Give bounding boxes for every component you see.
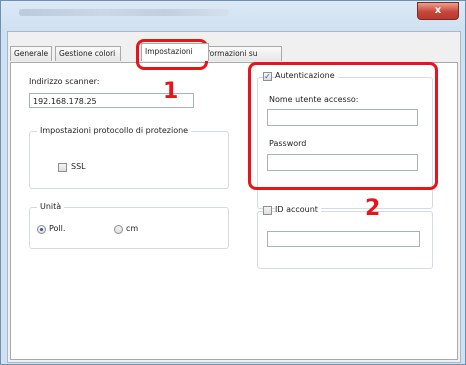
tab-gestione-colori[interactable]: Gestione colori [55,46,121,61]
unit-inch-radio[interactable] [37,225,46,234]
callout-box-2 [248,62,438,190]
id-account-input[interactable] [267,231,420,247]
id-account-label: ID account [275,205,321,214]
window-title-blurred [19,9,229,16]
unit-inch-label: Poll. [49,224,66,233]
ssl-checkbox[interactable] [58,163,67,172]
tab-label: Generale [14,49,49,58]
title-bar[interactable]: x [1,1,465,27]
tab-label: Gestione colori [59,49,116,58]
protocol-group: Impostazioni protocollo di protezione [29,126,229,189]
tab-impostazioni[interactable]: Impostazioni [141,43,209,61]
units-group-title: Unità [37,202,65,211]
protocol-group-title: Impostazioni protocollo di protezione [37,126,192,135]
close-icon: x [434,5,442,16]
tab-generale[interactable]: Generale [10,46,53,61]
id-account-checkbox[interactable] [263,206,272,215]
tab-label: Impostazioni [145,47,193,56]
unit-cm-label: cm [126,224,139,233]
close-button[interactable]: x [417,2,459,20]
callout-number-1: 1 [163,79,179,104]
radio-selected-dot [40,228,43,231]
ssl-label: SSL [71,162,86,171]
scanner-address-label: Indirizzo scanner: [29,77,100,86]
callout-number-2: 2 [365,196,381,221]
tab-informazioni-su[interactable]: Informazioni su [200,46,282,61]
unit-cm-radio[interactable] [114,225,123,234]
